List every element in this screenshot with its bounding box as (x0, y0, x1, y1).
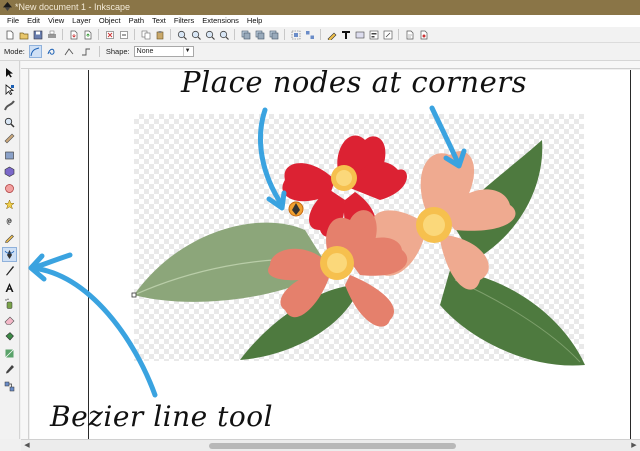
zoom-selection-icon[interactable] (176, 29, 187, 40)
zoom-tool-icon[interactable] (2, 115, 17, 130)
duplicate-icon[interactable] (240, 29, 251, 40)
calligraphy-tool-icon[interactable] (2, 263, 17, 278)
toolbar-separator (98, 46, 100, 57)
undo-icon[interactable] (104, 29, 115, 40)
open-file-icon[interactable] (18, 29, 29, 40)
annotation-bezier-tool: Bezier line tool (50, 400, 274, 433)
toolbar-separator (170, 29, 171, 40)
zoom-drawing-icon[interactable] (190, 29, 201, 40)
menu-file[interactable]: File (3, 15, 23, 27)
document-properties-icon[interactable] (404, 29, 415, 40)
regular-bezier-mode-button[interactable] (28, 45, 42, 58)
menu-object[interactable]: Object (95, 15, 125, 27)
flower-pink-center (416, 207, 452, 243)
node-tool-icon[interactable] (2, 82, 17, 97)
flower-illustration[interactable] (30, 70, 640, 439)
menu-edit[interactable]: Edit (23, 15, 44, 27)
toolbar-separator (234, 29, 235, 40)
rectangle-tool-icon[interactable] (2, 148, 17, 163)
scroll-left-icon[interactable]: ◀ (22, 441, 32, 451)
tool-controls-bar: Mode: Shape: None ▼ (0, 43, 640, 61)
menu-layer[interactable]: Layer (68, 15, 95, 27)
ellipse-tool-icon[interactable] (2, 181, 17, 196)
inkscape-logo-icon (3, 2, 12, 11)
tweak-tool-icon[interactable] (2, 98, 17, 113)
save-icon[interactable] (32, 29, 43, 40)
export-icon[interactable] (82, 29, 93, 40)
gradient-tool-icon[interactable] (2, 346, 17, 361)
group-icon[interactable] (290, 29, 301, 40)
spiro-mode-button[interactable] (46, 45, 59, 58)
star-tool-icon[interactable] (2, 197, 17, 212)
xml-editor-icon[interactable] (354, 29, 365, 40)
copy-icon[interactable] (140, 29, 151, 40)
preferences-icon[interactable] (418, 29, 429, 40)
window-title: *New document 1 - Inkscape (15, 2, 131, 12)
clone-icon[interactable] (254, 29, 265, 40)
horizontal-scrollbar[interactable]: ◀ ▶ (21, 439, 640, 451)
path-node-marker (131, 292, 137, 298)
menu-help[interactable]: Help (243, 15, 266, 27)
toolbar-separator (320, 29, 321, 40)
flower-red-center (331, 165, 357, 191)
toolbar-separator (284, 29, 285, 40)
ungroup-icon[interactable] (304, 29, 315, 40)
unlink-clone-icon[interactable] (268, 29, 279, 40)
new-document-icon[interactable] (4, 29, 15, 40)
toolbar-separator (98, 29, 99, 40)
menu-path[interactable]: Path (125, 15, 148, 27)
toolbox (0, 61, 20, 439)
import-icon[interactable] (68, 29, 79, 40)
vertical-ruler[interactable] (21, 69, 29, 439)
scroll-thumb[interactable] (209, 443, 456, 449)
transform-icon[interactable] (382, 29, 393, 40)
shape-dropdown-value: None (136, 48, 154, 55)
paste-icon[interactable] (154, 29, 165, 40)
menu-view[interactable]: View (44, 15, 68, 27)
text-font-icon[interactable] (340, 29, 351, 40)
fill-stroke-icon[interactable] (326, 29, 337, 40)
paraxial-mode-button[interactable] (80, 45, 93, 58)
toolbar-separator (398, 29, 399, 40)
annotation-place-nodes: Place nodes at corners (181, 65, 527, 99)
shape-dropdown[interactable]: None ▼ (133, 46, 194, 57)
drawing-canvas[interactable] (30, 70, 640, 439)
dropper-tool-icon[interactable] (2, 362, 17, 377)
menu-filters[interactable]: Filters (170, 15, 198, 27)
zoom-width-icon[interactable] (218, 29, 229, 40)
mode-label: Mode: (4, 47, 25, 56)
inkscape-window: *New document 1 - Inkscape File Edit Vie… (0, 0, 640, 451)
scroll-right-icon[interactable]: ▶ (629, 441, 639, 451)
spray-tool-icon[interactable] (2, 296, 17, 311)
shape-label: Shape: (105, 47, 130, 56)
measure-tool-icon[interactable] (2, 131, 17, 146)
text-tool-icon[interactable] (2, 280, 17, 295)
selector-tool-icon[interactable] (2, 65, 17, 80)
title-bar: *New document 1 - Inkscape (0, 0, 640, 15)
menu-extensions[interactable]: Extensions (198, 15, 243, 27)
command-bar (0, 27, 640, 43)
bezier-pen-tool-icon[interactable] (2, 246, 17, 262)
menu-text[interactable]: Text (148, 15, 170, 27)
toolbar-separator (62, 29, 63, 40)
print-icon[interactable] (46, 29, 57, 40)
toolbar-separator (134, 29, 135, 40)
connector-tool-icon[interactable] (2, 379, 17, 394)
chevron-down-icon: ▼ (182, 47, 192, 56)
redo-icon[interactable] (118, 29, 129, 40)
zoom-page-icon[interactable] (204, 29, 215, 40)
straight-lines-mode-button[interactable] (63, 45, 76, 58)
align-distribute-icon[interactable] (368, 29, 379, 40)
pencil-tool-icon[interactable] (2, 230, 17, 245)
paint-bucket-tool-icon[interactable] (2, 329, 17, 344)
menu-bar: File Edit View Layer Object Path Text Fi… (0, 15, 640, 27)
spiral-tool-icon[interactable] (2, 214, 17, 229)
eraser-tool-icon[interactable] (2, 313, 17, 328)
3d-box-tool-icon[interactable] (2, 164, 17, 179)
flower-salmon-center (320, 246, 354, 280)
